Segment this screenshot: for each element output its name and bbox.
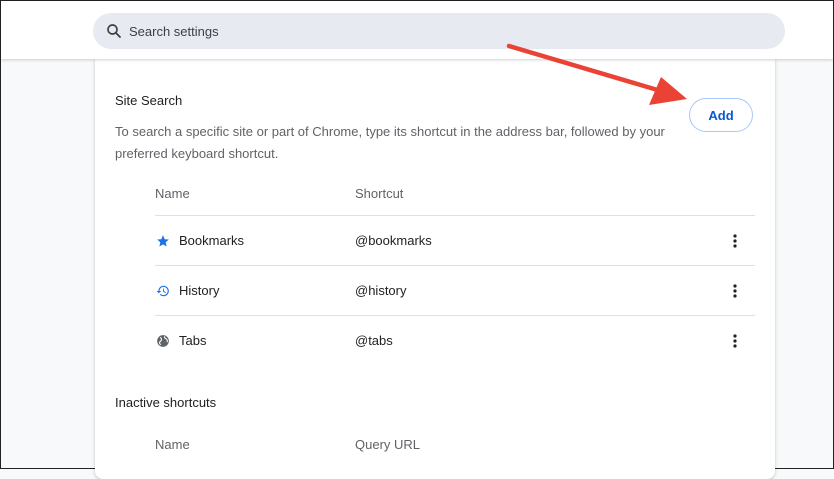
row-name: Tabs — [179, 333, 207, 348]
column-header-query-url: Query URL — [355, 436, 421, 452]
add-button[interactable]: Add — [689, 98, 753, 132]
column-header-shortcut: Shortcut — [355, 185, 404, 201]
more-options-icon[interactable] — [725, 331, 745, 351]
star-icon — [155, 233, 171, 249]
globe-icon — [155, 333, 171, 349]
inactive-shortcuts-title: Inactive shortcuts — [115, 395, 217, 410]
site-search-card: Site Search To search a specific site or… — [95, 59, 775, 479]
row-shortcut: @tabs — [355, 333, 393, 348]
table-row[interactable]: History @history — [155, 265, 755, 315]
row-shortcut: @bookmarks — [355, 233, 432, 248]
search-icon — [104, 21, 124, 41]
table-header: Name Query URL — [155, 422, 755, 466]
inactive-shortcuts-table: Name Query URL — [155, 422, 755, 466]
settings-toolbar — [1, 1, 833, 59]
site-search-title: Site Search — [115, 93, 183, 108]
table-row[interactable]: Bookmarks @bookmarks — [155, 215, 755, 265]
site-search-description: To search a specific site or part of Chr… — [115, 124, 665, 161]
search-box[interactable] — [93, 13, 785, 49]
row-shortcut: @history — [355, 283, 407, 298]
more-options-icon[interactable] — [725, 281, 745, 301]
table-header: Name Shortcut — [155, 171, 755, 215]
history-icon — [155, 283, 171, 299]
site-search-table: Name Shortcut Bookmarks @bookmarks Histo… — [155, 171, 755, 365]
more-options-icon[interactable] — [725, 231, 745, 251]
search-input[interactable] — [129, 23, 729, 39]
column-header-name: Name — [155, 436, 190, 452]
column-header-name: Name — [155, 185, 190, 201]
row-name: History — [179, 283, 220, 298]
row-name: Bookmarks — [179, 233, 245, 248]
table-row[interactable]: Tabs @tabs — [155, 315, 755, 365]
